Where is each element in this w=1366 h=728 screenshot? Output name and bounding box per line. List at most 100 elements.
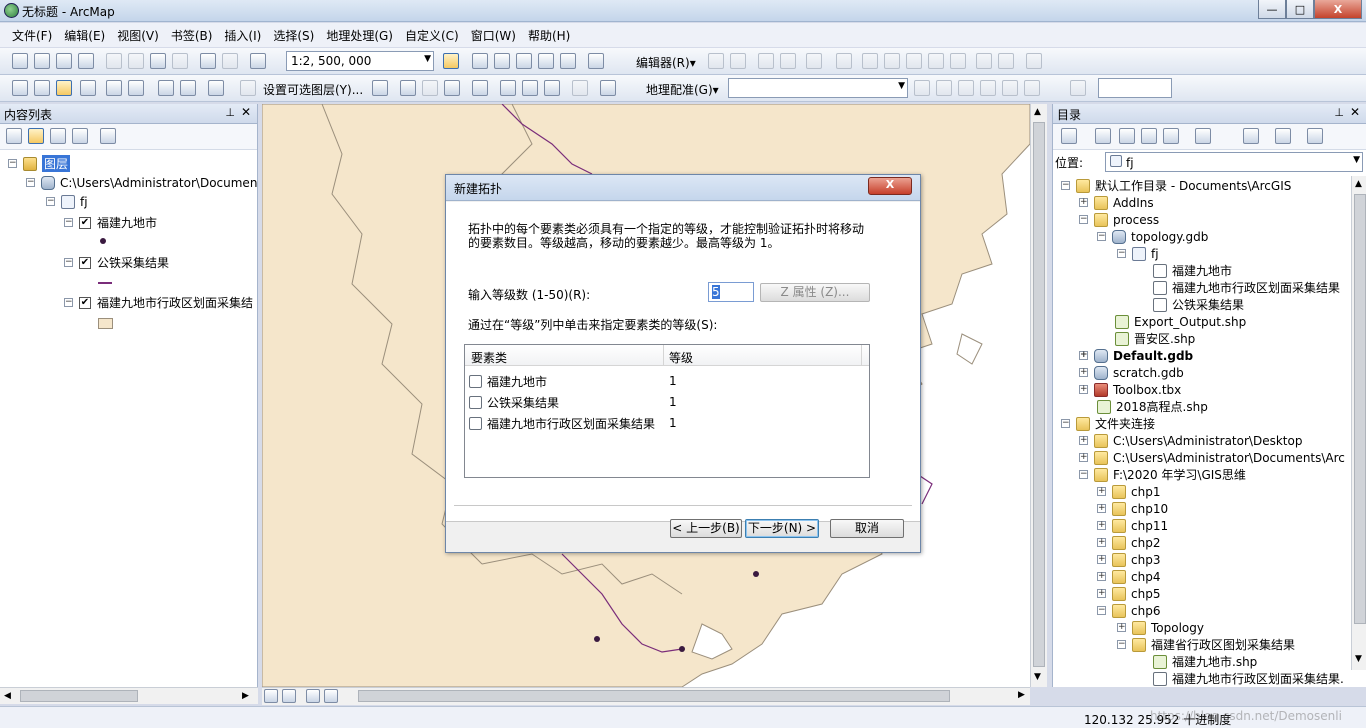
find-route-icon[interactable] [522,80,538,96]
next-button[interactable]: 下一步(N) > [745,519,819,538]
georef-layer-combo[interactable]: ▼ [728,78,908,98]
menu-selection[interactable]: 选择(S) [267,27,320,44]
expand-icon[interactable]: + [1097,504,1106,513]
scroll-up-icon[interactable]: ▲ [1355,179,1362,189]
find-icon[interactable] [500,80,516,96]
toc-dataset[interactable]: − fj [46,193,88,210]
hyperlink-icon[interactable] [422,80,438,96]
goto-xy-icon[interactable] [544,80,560,96]
z-properties-button[interactable]: Z 属性 (Z)... [760,283,870,302]
scroll-up-icon[interactable]: ▲ [1034,107,1041,117]
catalog-item[interactable]: 福建九地市.shp [1153,653,1257,670]
pause-drawing-icon[interactable] [324,689,338,703]
save-icon[interactable] [56,53,72,69]
create-viewer-icon[interactable] [600,80,616,96]
toc-layer-item[interactable]: − ✔ 公铁采集结果 [64,254,169,271]
menu-bookmarks[interactable]: 书签(B) [165,27,219,44]
html-popup-icon[interactable] [444,80,460,96]
add-control-points-icon[interactable] [980,80,996,96]
toc-layers-root[interactable]: − 图层 [8,155,71,172]
zoom-out-icon[interactable] [34,80,50,96]
expand-icon[interactable]: + [1117,623,1126,632]
toc-layer-item[interactable]: − ✔ 福建九地市行政区划面采集结 [64,294,253,311]
toc-workspace-path[interactable]: − C:\Users\Administrator\Documen [26,174,257,191]
end-point-arc-icon[interactable] [780,53,796,69]
catalog-item[interactable]: + Topology [1117,619,1204,636]
dialog-close-button[interactable]: X [868,177,912,195]
scroll-thumb[interactable] [1033,122,1045,667]
collapse-icon[interactable]: − [26,178,35,187]
select-features-icon[interactable] [208,80,224,96]
data-view-icon[interactable] [264,689,278,703]
edit-annotation-icon[interactable] [730,53,746,69]
layer-visibility-checkbox[interactable]: ✔ [79,296,91,309]
catalog-item[interactable]: + chp10 [1097,500,1168,517]
catalog-item[interactable]: 晋安区.shp [1115,330,1195,347]
table-row[interactable]: 福建九地市行政区划面采集结果 [469,415,655,432]
home-icon[interactable] [1141,128,1157,144]
list-by-source-icon[interactable] [28,128,44,144]
collapse-icon[interactable]: − [1079,215,1088,224]
scroll-down-icon[interactable]: ▼ [1034,672,1041,682]
forward-extent-icon[interactable] [180,80,196,96]
rank-cell[interactable]: 1 [669,374,677,388]
catalog-item[interactable]: − 默认工作目录 - Documents\ArcGIS [1061,177,1291,194]
catalog-item[interactable]: − topology.gdb [1097,228,1208,245]
catalog-item[interactable]: − 文件夹连接 [1061,415,1155,432]
collapse-icon[interactable]: − [64,258,73,267]
cancel-button[interactable]: 取消 [830,519,904,538]
zoom-in-icon[interactable] [12,80,28,96]
catalog-item[interactable]: − chp6 [1097,602,1160,619]
catalog-item[interactable]: 福建九地市行政区划面采集结果. [1153,670,1344,687]
editor-menu[interactable]: 编辑器(R)▾ [636,54,696,71]
list-by-visibility-icon[interactable] [50,128,66,144]
cut-polygons-icon[interactable] [906,53,922,69]
layer-visibility-checkbox[interactable]: ✔ [79,216,91,229]
delete-icon[interactable] [172,53,188,69]
catalog-item[interactable]: + C:\Users\Administrator\Documents\Arc [1079,449,1345,466]
rank-cell[interactable]: 1 [669,416,677,430]
expand-icon[interactable]: + [1079,368,1088,377]
catalog-item[interactable]: + chp11 [1097,517,1168,534]
catalog-item[interactable]: 公铁采集结果 [1153,296,1244,313]
scroll-thumb[interactable] [358,690,950,702]
expand-icon[interactable]: + [1097,589,1106,598]
menu-geoprocessing[interactable]: 地理处理(G) [320,27,399,44]
scroll-right-icon[interactable]: ▶ [1018,690,1025,700]
tree-options-icon[interactable] [1275,128,1291,144]
catalog-item[interactable]: + Default.gdb [1079,347,1193,364]
measure-icon[interactable] [472,80,488,96]
catalog-item[interactable]: 福建九地市 [1153,262,1232,279]
catalog-item[interactable]: + scratch.gdb [1079,364,1184,381]
split-icon[interactable] [928,53,944,69]
menu-help[interactable]: 帮助(H) [522,27,576,44]
list-by-drawing-order-icon[interactable] [6,128,22,144]
new-icon[interactable] [12,53,28,69]
point-icon[interactable] [836,53,852,69]
trace-icon[interactable] [806,53,822,69]
create-features-icon[interactable] [1026,53,1042,69]
location-combo[interactable]: fj ▼ [1105,152,1363,172]
catalog-options-icon[interactable] [1307,128,1323,144]
scroll-left-icon[interactable]: ◀ [4,691,11,701]
shift-icon[interactable] [936,80,952,96]
menu-windows[interactable]: 窗口(W) [465,27,522,44]
time-slider-icon[interactable] [572,80,588,96]
georef-text-box[interactable] [1098,78,1172,98]
pin-icon[interactable]: ⊥ [225,106,235,119]
catalog-item[interactable]: + AddIns [1079,194,1154,211]
collapse-icon[interactable]: − [1061,419,1070,428]
python-icon[interactable] [560,53,576,69]
fixed-zoom-out-icon[interactable] [128,80,144,96]
expand-icon[interactable]: + [1097,538,1106,547]
expand-icon[interactable]: + [1097,487,1106,496]
back-button[interactable]: < 上一步(B) [670,519,742,538]
catalog-item[interactable]: Export_Output.shp [1115,313,1246,330]
connect-folder-icon[interactable] [1243,128,1259,144]
scale-icon[interactable] [958,80,974,96]
catalog-item[interactable]: − 福建省行政区图划采集结果 [1117,636,1295,653]
edit-tool-icon[interactable] [708,53,724,69]
catalog-item[interactable]: 2018高程点.shp [1097,398,1208,415]
collapse-icon[interactable]: − [64,298,73,307]
fixed-zoom-in-icon[interactable] [106,80,122,96]
